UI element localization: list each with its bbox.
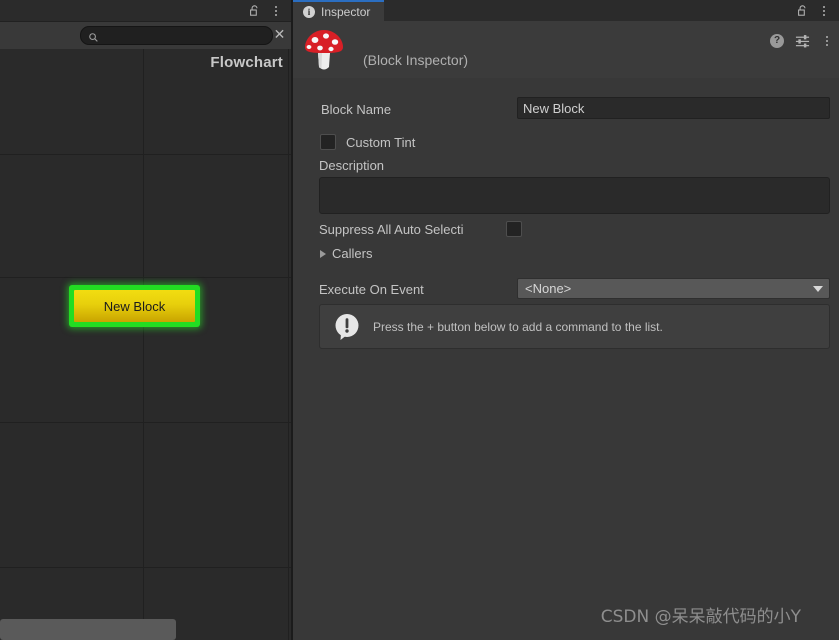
tab-inspector-label: Inspector [321, 4, 371, 19]
unity-editor-window: ✕ Flowchart New Block i Inspector (Block… [0, 0, 839, 640]
grid-line-horizontal [0, 277, 291, 278]
flowchart-title: Flowchart [210, 54, 283, 71]
triangle-right-icon [320, 249, 326, 258]
horizontal-scrollbar[interactable] [0, 613, 291, 640]
custom-tint-label: Custom Tint [346, 135, 416, 150]
flowchart-block-node[interactable]: New Block [69, 285, 200, 327]
execute-on-event-value: <None> [525, 281, 572, 296]
suppress-auto-select-label: Suppress All Auto Selecti [319, 222, 464, 237]
execute-on-event-dropdown[interactable]: <None> [517, 278, 830, 299]
command-list-helpbox: Press the + button below to add a comman… [319, 304, 830, 349]
inspector-body: Block Name Custom Tint Description Suppr… [293, 78, 839, 640]
inspector-object-title: (Block Inspector) [363, 52, 469, 68]
lock-open-icon[interactable] [796, 4, 809, 17]
tab-inspector[interactable]: i Inspector [293, 0, 385, 21]
preset-settings-icon[interactable] [795, 33, 810, 48]
description-label: Description [319, 158, 385, 173]
kebab-menu-icon[interactable] [821, 34, 833, 48]
lock-open-icon[interactable] [248, 4, 261, 17]
flowchart-block-label: New Block [74, 290, 195, 322]
execute-on-event-label: Execute On Event [319, 282, 424, 297]
command-list-help-text: Press the + button below to add a comman… [373, 319, 663, 334]
callers-label: Callers [332, 246, 373, 261]
inspector-header-icons: ? [770, 33, 833, 48]
mushroom-icon [302, 27, 346, 73]
flowchart-toolbar: ✕ [0, 22, 291, 50]
callers-foldout[interactable]: Callers [320, 246, 372, 261]
search-field[interactable] [80, 26, 273, 45]
suppress-auto-select-checkbox[interactable] [506, 221, 522, 237]
flowchart-canvas[interactable]: Flowchart New Block [0, 49, 291, 640]
grid-line-vertical [143, 49, 144, 640]
grid-line-horizontal [0, 422, 291, 423]
custom-tint-checkbox[interactable] [320, 134, 336, 150]
flowchart-window: ✕ Flowchart New Block [0, 0, 291, 640]
triangle-down-icon [813, 285, 823, 292]
inspector-window: i Inspector (Block Inspector) ? Block Na… [293, 0, 839, 640]
grid-line-vertical [288, 49, 289, 640]
block-name-label: Block Name [321, 102, 392, 117]
kebab-menu-icon[interactable] [818, 4, 830, 18]
info-bubble-icon [332, 312, 362, 342]
flowchart-tabbar [0, 0, 291, 22]
inspector-tabbar: i Inspector [293, 0, 839, 21]
block-name-input[interactable] [517, 97, 830, 119]
description-textarea[interactable] [319, 177, 830, 214]
search-icon [88, 30, 99, 42]
horizontal-scrollbar-thumb[interactable] [0, 619, 176, 640]
search-clear-icon[interactable]: ✕ [272, 27, 287, 42]
inspector-header: (Block Inspector) ? [293, 21, 839, 79]
help-icon[interactable]: ? [770, 33, 784, 48]
grid-line-horizontal [0, 154, 291, 155]
search-input[interactable] [99, 28, 272, 43]
grid-line-horizontal [0, 567, 291, 568]
kebab-menu-icon[interactable] [270, 4, 282, 18]
info-circle-icon: i [303, 5, 315, 18]
